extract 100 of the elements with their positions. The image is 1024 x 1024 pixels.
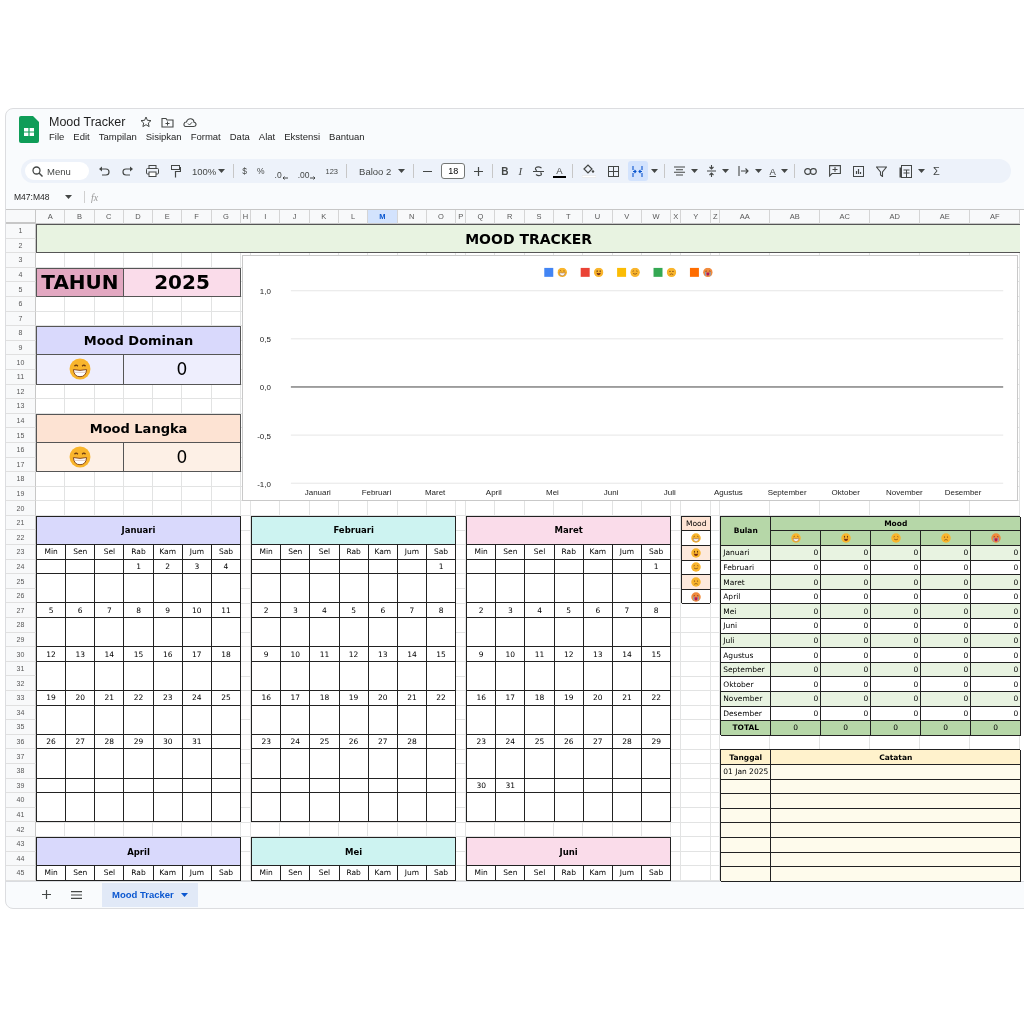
plus-icon[interactable]: [474, 166, 484, 176]
star-icon[interactable]: [140, 116, 153, 128]
folder-icon[interactable]: [161, 116, 175, 128]
undo-icon[interactable]: [98, 166, 110, 176]
date-cell: [368, 559, 398, 575]
menu-item[interactable]: Format: [190, 131, 221, 142]
calendar-cell: [554, 661, 584, 691]
menu-item[interactable]: Bantuan: [329, 131, 365, 142]
date-cell: [310, 559, 340, 575]
font-size-field[interactable]: 18: [441, 163, 466, 179]
date-cell: [95, 778, 125, 794]
menu-item[interactable]: Edit: [73, 131, 90, 142]
calendar-cell: [612, 618, 643, 648]
comment-icon[interactable]: [828, 165, 841, 177]
text-wrap-icon[interactable]: [737, 166, 749, 176]
calendar-cell: [124, 574, 154, 604]
crying-face-icon: [703, 267, 713, 278]
happy-face-icon: [594, 267, 604, 278]
menu-item[interactable]: Tampilan: [98, 131, 137, 142]
date-cell: [66, 559, 96, 575]
calendar-cell: [182, 618, 212, 648]
borders-icon[interactable]: [607, 165, 619, 177]
calendar-cell: [397, 618, 427, 648]
year-label: TAHUN: [36, 267, 124, 297]
calendar-cell: [153, 705, 183, 735]
rare-mood-title: Mood Langka: [36, 413, 242, 443]
font-dropdown[interactable]: Baloo 2: [357, 162, 408, 180]
calendar-cell: [281, 705, 311, 735]
menu-item[interactable]: Sisipkan: [145, 131, 182, 142]
document-title[interactable]: Mood Tracker: [49, 115, 126, 129]
align-icon[interactable]: [673, 166, 685, 176]
calendar-cell: [339, 661, 369, 691]
chart-icon[interactable]: [852, 165, 864, 177]
calendar-cell: [310, 661, 340, 691]
bold-button[interactable]: B: [499, 162, 511, 180]
currency-button[interactable]: $: [240, 162, 250, 180]
arrow-icon: [309, 176, 316, 180]
calendar-cell: [496, 574, 526, 604]
calendar-cell: [124, 661, 154, 691]
redo-icon[interactable]: [122, 166, 134, 176]
calendar-cell: [583, 661, 613, 691]
text-rotation-button[interactable]: A: [767, 162, 778, 180]
increase-decimal-button[interactable]: .00: [295, 162, 318, 180]
decrease-decimal-button[interactable]: .0: [272, 162, 290, 180]
italic-button[interactable]: I: [516, 162, 525, 180]
menu-icon[interactable]: [71, 890, 82, 899]
spreadsheet-logo-icon[interactable]: [19, 116, 39, 143]
menu-search-field[interactable]: Menu: [25, 162, 89, 180]
sheet-tab[interactable]: Mood Tracker: [102, 882, 198, 907]
happy-face-icon: [691, 547, 702, 558]
functions-button[interactable]: Σ: [930, 162, 942, 180]
calendar-cell: [182, 705, 212, 735]
calendar-cell: [95, 618, 125, 648]
calendar-cell: [496, 661, 526, 691]
date-cell: [124, 778, 154, 794]
filter-icon[interactable]: [875, 165, 887, 177]
name-box[interactable]: M47:M48: [14, 192, 62, 202]
grinning-face-icon: [68, 358, 91, 381]
menu-item[interactable]: File: [49, 131, 65, 142]
month-header: Mei: [252, 836, 457, 867]
crying-face-icon: [990, 533, 1001, 544]
calendar-cell: [66, 618, 96, 648]
caret-icon: [721, 169, 729, 173]
year-value: 2025: [123, 267, 242, 297]
calendar-cell: [583, 618, 613, 648]
paint-format-icon[interactable]: [171, 164, 181, 178]
strikethrough-icon[interactable]: [533, 165, 545, 177]
merge-cells-button[interactable]: [627, 161, 648, 181]
calendar-cell: [525, 618, 555, 648]
caret-icon: [398, 169, 406, 173]
smiling-face-icon: [691, 562, 702, 573]
calendar-cell: [612, 749, 643, 779]
cloud-icon[interactable]: [183, 116, 198, 128]
calendar-cell: [368, 574, 398, 604]
link-icon[interactable]: [803, 167, 817, 175]
date-cell: [339, 778, 369, 794]
calendar-cell: [124, 618, 154, 648]
fill-color-icon[interactable]: [581, 164, 596, 178]
add-sheet-icon[interactable]: [42, 890, 51, 900]
date-cell: [583, 559, 613, 575]
percent-button[interactable]: %: [255, 162, 267, 180]
zoom-dropdown[interactable]: 100%: [190, 162, 228, 180]
date-cell: [397, 778, 427, 794]
calendar-cell: [583, 574, 613, 604]
caret-icon: [780, 169, 788, 173]
calendar-cell: [95, 661, 125, 691]
date-cell: [525, 559, 555, 575]
grinning-face-icon: [68, 446, 91, 468]
text-color-button[interactable]: A: [553, 164, 566, 178]
menu-item[interactable]: Data: [229, 131, 250, 142]
calendar-cell: [368, 661, 398, 691]
vertical-align-icon[interactable]: [706, 165, 716, 177]
print-icon[interactable]: [146, 165, 159, 177]
calendar-cell: [368, 749, 398, 779]
calendar-cell: [310, 618, 340, 648]
arrow-icon: [281, 176, 288, 180]
date-cell: [612, 778, 643, 794]
menu-item[interactable]: Ekstensi: [284, 131, 321, 142]
menu-item[interactable]: Alat: [258, 131, 276, 142]
calculator-icon[interactable]: [898, 164, 912, 178]
